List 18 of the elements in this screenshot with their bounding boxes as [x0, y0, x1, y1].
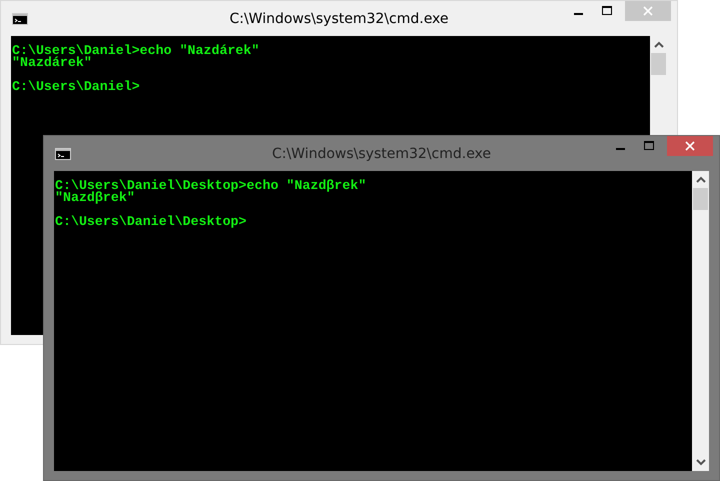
scroll-up-icon[interactable] — [696, 176, 706, 183]
console-icon — [12, 12, 28, 24]
scroll-thumb[interactable] — [693, 188, 708, 210]
close-button[interactable] — [667, 136, 713, 156]
scroll-thumb[interactable] — [651, 53, 666, 75]
console-icon — [55, 148, 71, 160]
console-line: C:\Users\Daniel> — [12, 81, 141, 93]
window-title: C:\Windows\system32\cmd.exe — [270, 146, 492, 162]
console-line: "Nazdárek" — [12, 57, 93, 69]
console-line: C:\Users\Daniel\Desktop>echo "Nazdβrek" — [55, 180, 368, 192]
console-line: "Nazdβrek" — [55, 192, 135, 204]
scroll-down-icon[interactable] — [696, 459, 706, 466]
console-line: C:\Users\Daniel\Desktop> — [55, 216, 248, 228]
window-title: C:\Windows\system32\cmd.exe — [228, 10, 450, 26]
close-icon[interactable] — [685, 141, 695, 151]
console-line: C:\Users\Daniel>echo "Nazdárek" — [12, 45, 260, 57]
scroll-up-icon[interactable] — [654, 41, 664, 48]
maximize-icon[interactable] — [602, 6, 612, 16]
